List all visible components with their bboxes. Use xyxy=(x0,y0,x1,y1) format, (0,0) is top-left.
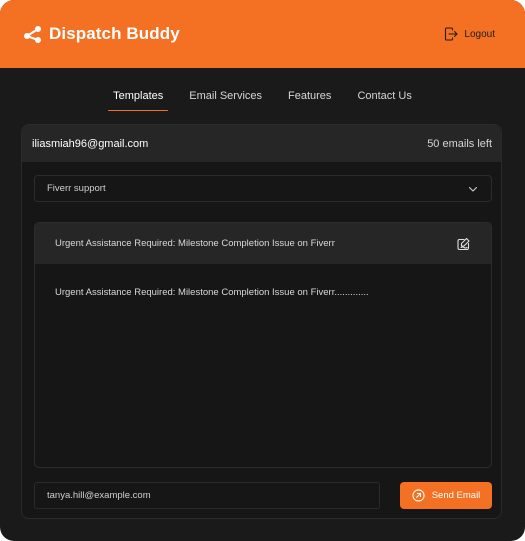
edit-icon[interactable] xyxy=(456,236,472,252)
tab-templates[interactable]: Templates xyxy=(106,86,170,111)
send-email-label: Send Email xyxy=(431,490,481,501)
account-bar: iliasmiah96@gmail.com 50 emails left xyxy=(22,125,501,162)
app-window: Dispatch Buddy Logout Templates Email Se… xyxy=(0,0,525,541)
subject-bar: Urgent Assistance Required: Milestone Co… xyxy=(35,223,491,264)
emails-left-count: 50 emails left xyxy=(427,137,492,150)
account-email: iliasmiah96@gmail.com xyxy=(32,137,149,150)
brand[interactable]: Dispatch Buddy xyxy=(23,24,180,44)
recipient-email-field[interactable]: tanya.hill@example.com xyxy=(34,482,380,509)
arrow-up-right-circle-icon xyxy=(412,489,425,502)
logout-icon xyxy=(445,27,458,41)
send-email-button[interactable]: Send Email xyxy=(400,482,492,509)
email-editor: Urgent Assistance Required: Milestone Co… xyxy=(34,222,492,468)
subject-text[interactable]: Urgent Assistance Required: Milestone Co… xyxy=(55,238,335,249)
template-select-value: Fiverr support xyxy=(47,183,106,194)
logout-label: Logout xyxy=(464,28,495,40)
chevron-down-icon xyxy=(468,186,478,192)
logout-button[interactable]: Logout xyxy=(444,27,495,41)
top-header: Dispatch Buddy Logout xyxy=(0,0,525,68)
tab-email-services[interactable]: Email Services xyxy=(182,86,269,111)
brand-name: Dispatch Buddy xyxy=(49,24,180,43)
share-nodes-icon xyxy=(24,26,41,43)
main-nav: Templates Email Services Features Contac… xyxy=(0,86,525,111)
compose-card: iliasmiah96@gmail.com 50 emails left Fiv… xyxy=(21,124,502,519)
email-body[interactable]: Urgent Assistance Required: Milestone Co… xyxy=(35,264,491,321)
tab-features[interactable]: Features xyxy=(281,86,338,111)
tab-contact-us[interactable]: Contact Us xyxy=(350,86,418,111)
template-select[interactable]: Fiverr support xyxy=(34,175,492,202)
